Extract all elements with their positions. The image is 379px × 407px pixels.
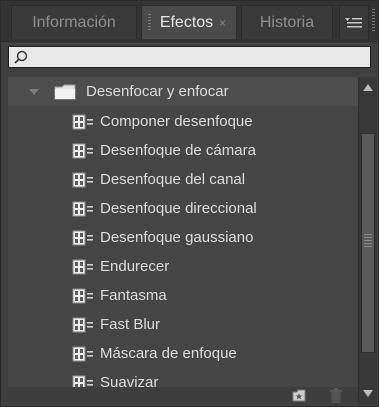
effect-label: Máscara de enfoque: [100, 345, 237, 362]
tab-historia[interactable]: Historia: [241, 5, 333, 39]
effect-label: Fantasma: [100, 287, 167, 304]
scroll-down-arrow-icon[interactable]: [361, 386, 375, 400]
disclosure-triangle-icon[interactable]: [28, 86, 40, 98]
panel-tab-bar: Información Efectos × Historia: [1, 1, 378, 42]
effect-list-item[interactable]: Fantasma: [8, 281, 358, 310]
effect-list-item[interactable]: Desenfoque de cámara: [8, 136, 358, 165]
effect-film-icon: [72, 288, 93, 303]
search-input[interactable]: [8, 46, 371, 68]
effect-film-icon: [72, 114, 93, 129]
effect-label: Fast Blur: [100, 316, 161, 333]
effect-film-icon: [72, 172, 93, 187]
new-bin-icon[interactable]: [292, 389, 306, 402]
effect-label: Endurecer: [100, 258, 170, 275]
panel-menu-button[interactable]: [339, 5, 369, 39]
tab-informacion[interactable]: Información: [11, 5, 137, 39]
tab-efectos[interactable]: Efectos ×: [141, 5, 237, 39]
effect-list-item[interactable]: Endurecer: [8, 252, 358, 281]
effect-film-icon: [72, 143, 93, 158]
tab-label: Información: [32, 13, 116, 31]
effect-label: Desenfoque direccional: [100, 200, 257, 217]
tab-label: Efectos: [159, 13, 214, 31]
panel-bottom-bar: [8, 387, 358, 404]
effect-label: Desenfoque de cámara: [100, 142, 256, 159]
search-row: [1, 42, 378, 74]
effect-list-item[interactable]: Desenfoque gaussiano: [8, 223, 358, 252]
tab-label: Historia: [259, 13, 315, 31]
effect-film-icon: [72, 259, 93, 274]
effect-film-icon: [72, 201, 93, 216]
effect-list-item[interactable]: Fast Blur: [8, 310, 358, 339]
effect-list-item[interactable]: Máscara de enfoque: [8, 339, 358, 368]
scrollbar-thumb[interactable]: [361, 133, 375, 353]
panel-menu-icon: [345, 17, 362, 27]
folder-icon: [54, 84, 76, 99]
effect-list-item[interactable]: Desenfoque del canal: [8, 165, 358, 194]
vertical-scrollbar[interactable]: [358, 77, 377, 404]
panel-resize-grip[interactable]: [372, 9, 375, 33]
effect-film-icon: [72, 317, 93, 332]
effect-label: Componer desenfoque: [100, 113, 253, 130]
effect-list-item[interactable]: Componer desenfoque: [8, 107, 358, 136]
effects-tree: Desenfocar y enfocar Componer desenfoque…: [8, 77, 358, 391]
tree-folder-row[interactable]: Desenfocar y enfocar: [8, 77, 358, 106]
effect-film-icon: [72, 230, 93, 245]
effect-label: Desenfoque del canal: [100, 171, 246, 188]
effect-label: Desenfoque gaussiano: [100, 229, 254, 246]
scrollbar-thumb-grip: [364, 234, 372, 248]
folder-label: Desenfocar y enfocar: [86, 83, 229, 100]
tab-grip[interactable]: [148, 14, 151, 32]
scroll-up-arrow-icon[interactable]: [361, 81, 375, 95]
close-icon[interactable]: ×: [219, 16, 226, 30]
effect-list-item[interactable]: Desenfoque direccional: [8, 194, 358, 223]
effect-film-icon: [72, 346, 93, 361]
effects-panel: Información Efectos × Historia Desenfoca…: [0, 0, 379, 407]
search-icon: [14, 50, 28, 64]
trash-icon[interactable]: [330, 388, 342, 403]
